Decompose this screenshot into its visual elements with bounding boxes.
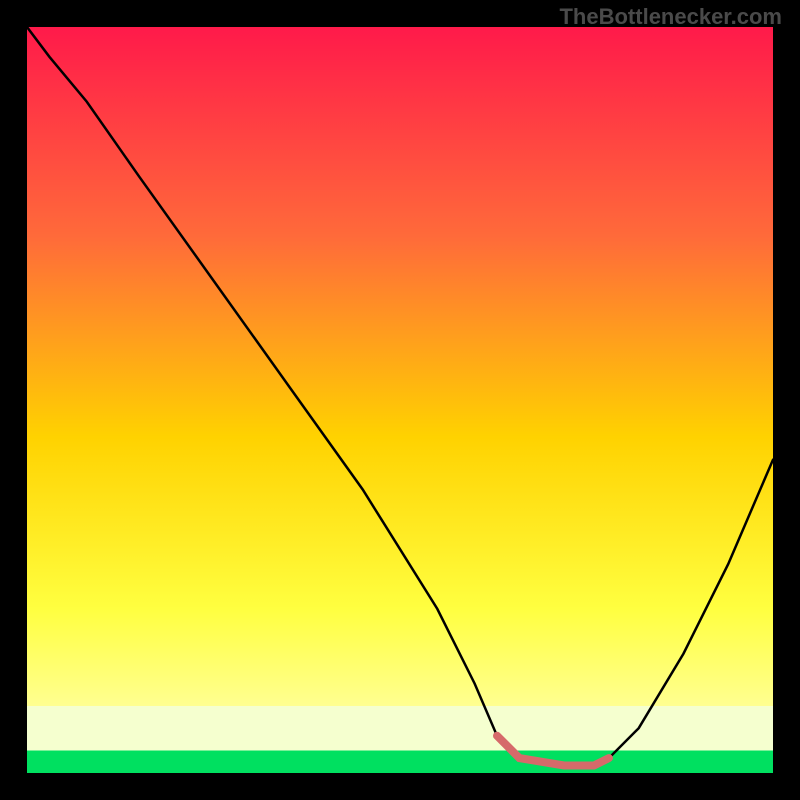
- chart-svg: [27, 27, 773, 773]
- gradient-background: [27, 27, 773, 773]
- chart-plot: [27, 27, 773, 773]
- watermark-text: TheBottlenecker.com: [559, 4, 782, 30]
